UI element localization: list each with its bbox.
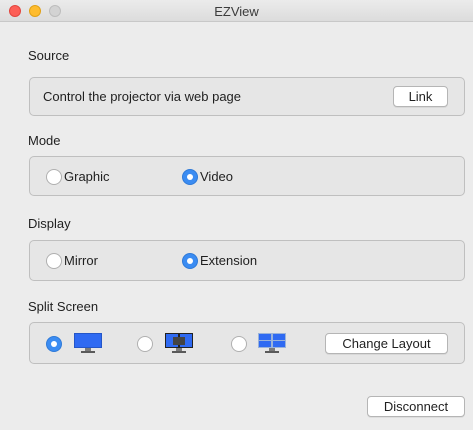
quad-screen-icon[interactable] — [258, 333, 286, 353]
disconnect-button[interactable]: Disconnect — [367, 396, 465, 417]
extension-display-radio[interactable] — [182, 253, 198, 269]
ezview-window: EZView Source Control the projector via … — [0, 0, 473, 430]
display-group: Mirror Extension — [29, 240, 465, 281]
display-section-label: Display — [28, 216, 71, 231]
title-bar: EZView — [0, 0, 473, 22]
mode-group: Graphic Video — [29, 156, 465, 196]
single-screen-layout-radio[interactable] — [46, 336, 62, 352]
split-screen-icon[interactable] — [165, 333, 193, 353]
source-description: Control the projector via web page — [43, 89, 242, 104]
mirror-display-radio[interactable] — [46, 253, 62, 269]
video-mode-label[interactable]: Video — [200, 169, 233, 184]
quad-screen-layout-radio[interactable] — [231, 336, 247, 352]
link-button[interactable]: Link — [393, 86, 448, 107]
split-screen-layout-radio[interactable] — [137, 336, 153, 352]
single-screen-icon[interactable] — [74, 333, 102, 353]
mirror-display-label[interactable]: Mirror — [64, 253, 98, 268]
mode-section-label: Mode — [28, 133, 61, 148]
window-title: EZView — [214, 4, 259, 19]
source-group: Control the projector via web page Link — [29, 77, 465, 116]
graphic-mode-label[interactable]: Graphic — [64, 169, 110, 184]
source-section-label: Source — [28, 48, 70, 63]
change-layout-button[interactable]: Change Layout — [325, 333, 448, 354]
split-screen-section-label: Split Screen — [28, 299, 99, 314]
video-mode-radio[interactable] — [182, 169, 198, 185]
graphic-mode-radio[interactable] — [46, 169, 62, 185]
split-screen-group: Change Layout — [29, 322, 465, 364]
extension-display-label[interactable]: Extension — [200, 253, 257, 268]
